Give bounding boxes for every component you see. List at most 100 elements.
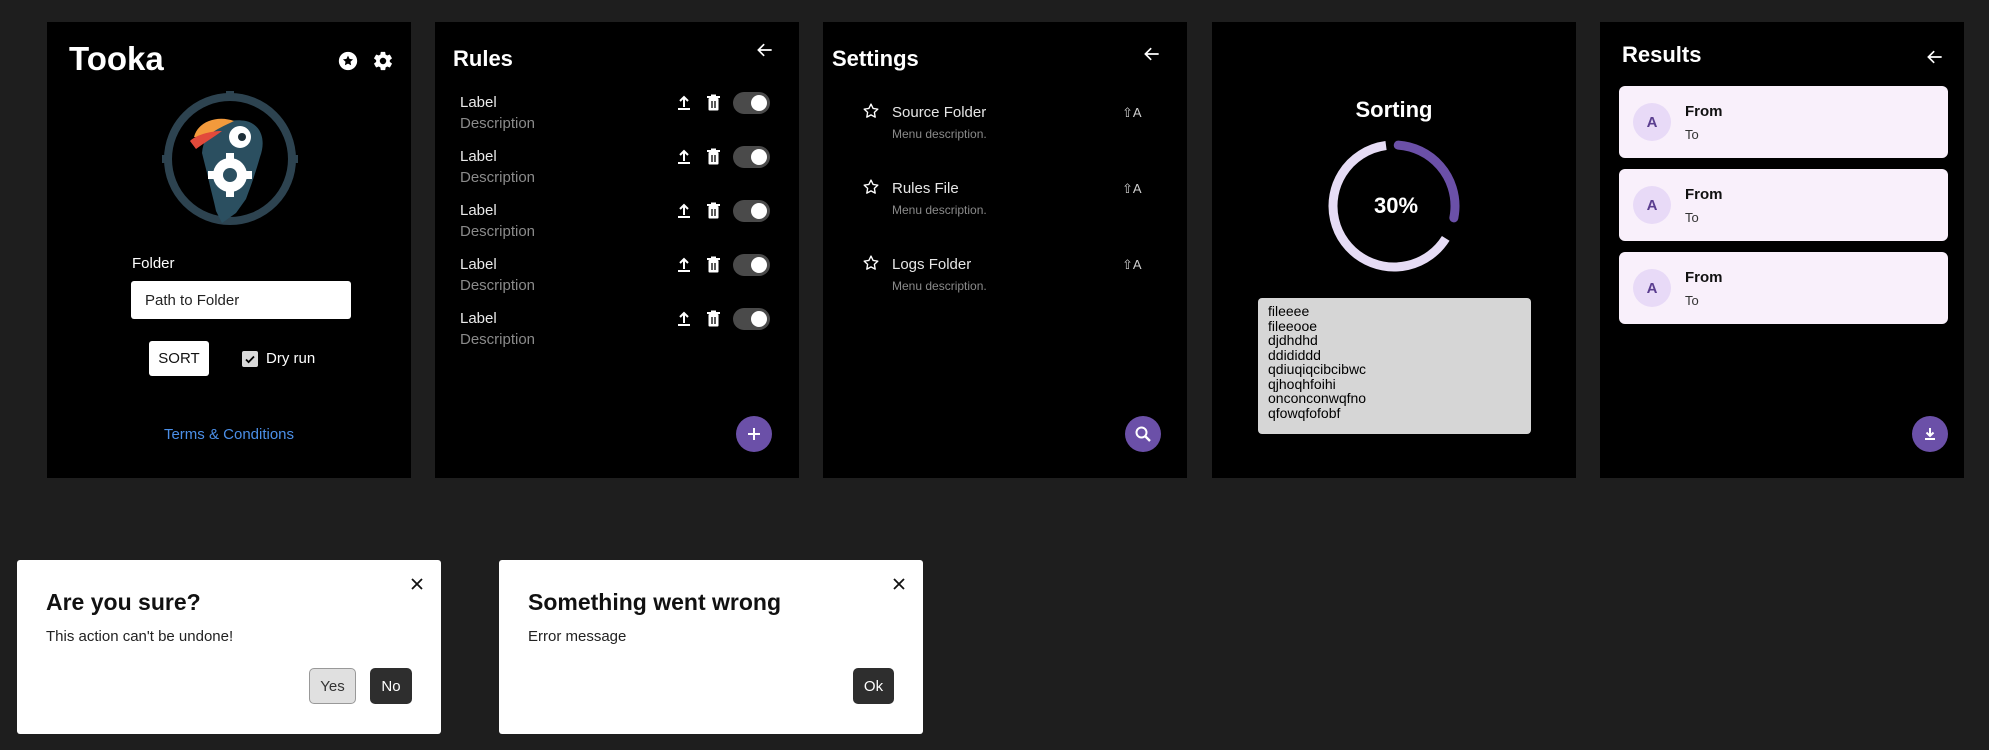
dialog-title: Something went wrong xyxy=(528,589,781,615)
back-arrow-icon[interactable] xyxy=(1142,44,1162,64)
rule-item: Label Description xyxy=(435,92,799,148)
ok-button[interactable]: Ok xyxy=(853,668,894,704)
search-button[interactable] xyxy=(1125,416,1161,452)
upload-icon[interactable] xyxy=(675,256,693,274)
rule-description: Description xyxy=(460,277,536,294)
page-title: Results xyxy=(1622,42,1702,67)
menu-item-description: Menu description. xyxy=(892,203,987,217)
upload-icon[interactable] xyxy=(675,94,693,112)
log-line: qjhoqhfoihi xyxy=(1268,375,1336,392)
rule-label: Label xyxy=(460,148,497,165)
rule-item: Label Description xyxy=(435,308,799,364)
log-line: qfowqfofobf xyxy=(1268,404,1341,421)
rule-label: Label xyxy=(460,202,497,219)
page-title: Settings xyxy=(832,46,919,71)
download-button[interactable] xyxy=(1912,416,1948,452)
progress-percent: 30% xyxy=(1373,193,1419,218)
dialog-message: Error message xyxy=(528,628,627,645)
result-from: From xyxy=(1685,103,1723,120)
star-outline-icon xyxy=(863,179,879,194)
close-icon[interactable] xyxy=(409,576,425,592)
rule-item: Label Description xyxy=(435,254,799,310)
upload-icon[interactable] xyxy=(675,310,693,328)
error-dialog: Something went wrong Error message Ok xyxy=(499,560,923,734)
trash-icon[interactable] xyxy=(705,94,722,112)
result-card[interactable]: A From To xyxy=(1619,252,1948,324)
settings-menu-item[interactable]: Rules File Menu description. ⇧A xyxy=(823,178,1187,238)
search-icon xyxy=(1135,426,1151,442)
close-icon[interactable] xyxy=(891,576,907,592)
checkmark-icon xyxy=(245,355,255,364)
rule-toggle[interactable] xyxy=(733,146,770,168)
folder-label: Folder xyxy=(132,255,175,272)
trash-icon[interactable] xyxy=(705,202,722,220)
toucan-logo xyxy=(162,91,298,225)
back-arrow-icon[interactable] xyxy=(1925,47,1945,67)
rule-label: Label xyxy=(460,94,497,111)
add-rule-button[interactable] xyxy=(736,416,772,452)
rule-toggle[interactable] xyxy=(733,308,770,330)
rule-toggle[interactable] xyxy=(733,200,770,222)
result-card[interactable]: A From To xyxy=(1619,86,1948,158)
menu-item-label: Logs Folder xyxy=(892,256,972,273)
settings-menu-item[interactable]: Source Folder Menu description. ⇧A xyxy=(823,102,1187,162)
log-line: ddididdd xyxy=(1268,346,1321,363)
star-outline-icon xyxy=(863,103,879,118)
rule-description: Description xyxy=(460,115,536,132)
avatar: A xyxy=(1633,186,1671,224)
log-line: onconconwqfno xyxy=(1268,390,1367,406)
toggle-knob xyxy=(751,257,767,273)
menu-item-label: Rules File xyxy=(892,180,959,197)
menu-item-description: Menu description. xyxy=(892,127,987,141)
rule-label: Label xyxy=(460,310,497,327)
upload-icon[interactable] xyxy=(675,202,693,220)
download-icon xyxy=(1925,428,1935,440)
rule-description: Description xyxy=(460,223,536,240)
toggle-knob xyxy=(751,203,767,219)
shortcut-label: ⇧A xyxy=(1122,257,1142,272)
rule-description: Description xyxy=(460,331,536,348)
toggle-knob xyxy=(751,149,767,165)
sort-button[interactable]: SORT xyxy=(149,341,209,376)
page-title: Sorting xyxy=(1355,97,1433,122)
trash-icon[interactable] xyxy=(705,310,722,328)
log-line: qdiuqiqcibcibwc xyxy=(1268,361,1367,377)
settings-menu-item[interactable]: Logs Folder Menu description. ⇧A xyxy=(823,254,1187,314)
dialog-title: Are you sure? xyxy=(46,589,201,615)
result-card[interactable]: A From To xyxy=(1619,169,1948,241)
page-title: Rules xyxy=(453,46,513,71)
menu-item-label: Source Folder xyxy=(892,104,987,121)
avatar: A xyxy=(1633,103,1671,141)
plus-icon xyxy=(748,428,760,440)
rules-screen: Rules Label Description Label Description La… xyxy=(435,22,799,478)
rule-toggle[interactable] xyxy=(733,92,770,114)
result-from: From xyxy=(1685,269,1723,286)
confirm-dialog: Are you sure? This action can't be undon… xyxy=(17,560,441,734)
star-outline-icon xyxy=(863,255,879,270)
rule-description: Description xyxy=(460,169,536,186)
result-from: From xyxy=(1685,186,1723,203)
terms-link[interactable]: Terms & Conditions xyxy=(47,426,411,443)
star-badge-icon[interactable] xyxy=(337,50,359,72)
shortcut-label: ⇧A xyxy=(1122,105,1142,120)
shortcut-label: ⇧A xyxy=(1122,181,1142,196)
log-output: fileeee fileeooe djdhdhd ddididdd qdiuqiqcib… xyxy=(1258,298,1531,434)
rule-toggle[interactable] xyxy=(733,254,770,276)
gear-icon[interactable] xyxy=(372,50,394,72)
dry-run-label: Dry run xyxy=(266,350,316,367)
folder-path-input[interactable] xyxy=(131,281,351,319)
avatar: A xyxy=(1633,269,1671,307)
back-arrow-icon[interactable] xyxy=(755,40,775,60)
rule-item: Label Description xyxy=(435,146,799,202)
yes-button[interactable]: Yes xyxy=(309,668,356,704)
app-title: Tooka xyxy=(69,40,164,77)
result-to: To xyxy=(1685,127,1699,142)
home-screen: Tooka Folder SORT Dry run Terms & Condit… xyxy=(47,22,411,478)
toggle-knob xyxy=(751,311,767,327)
dry-run-checkbox[interactable] xyxy=(242,351,258,367)
toggle-knob xyxy=(751,95,767,111)
trash-icon[interactable] xyxy=(705,256,722,274)
no-button[interactable]: No xyxy=(370,668,412,704)
trash-icon[interactable] xyxy=(705,148,722,166)
upload-icon[interactable] xyxy=(675,148,693,166)
